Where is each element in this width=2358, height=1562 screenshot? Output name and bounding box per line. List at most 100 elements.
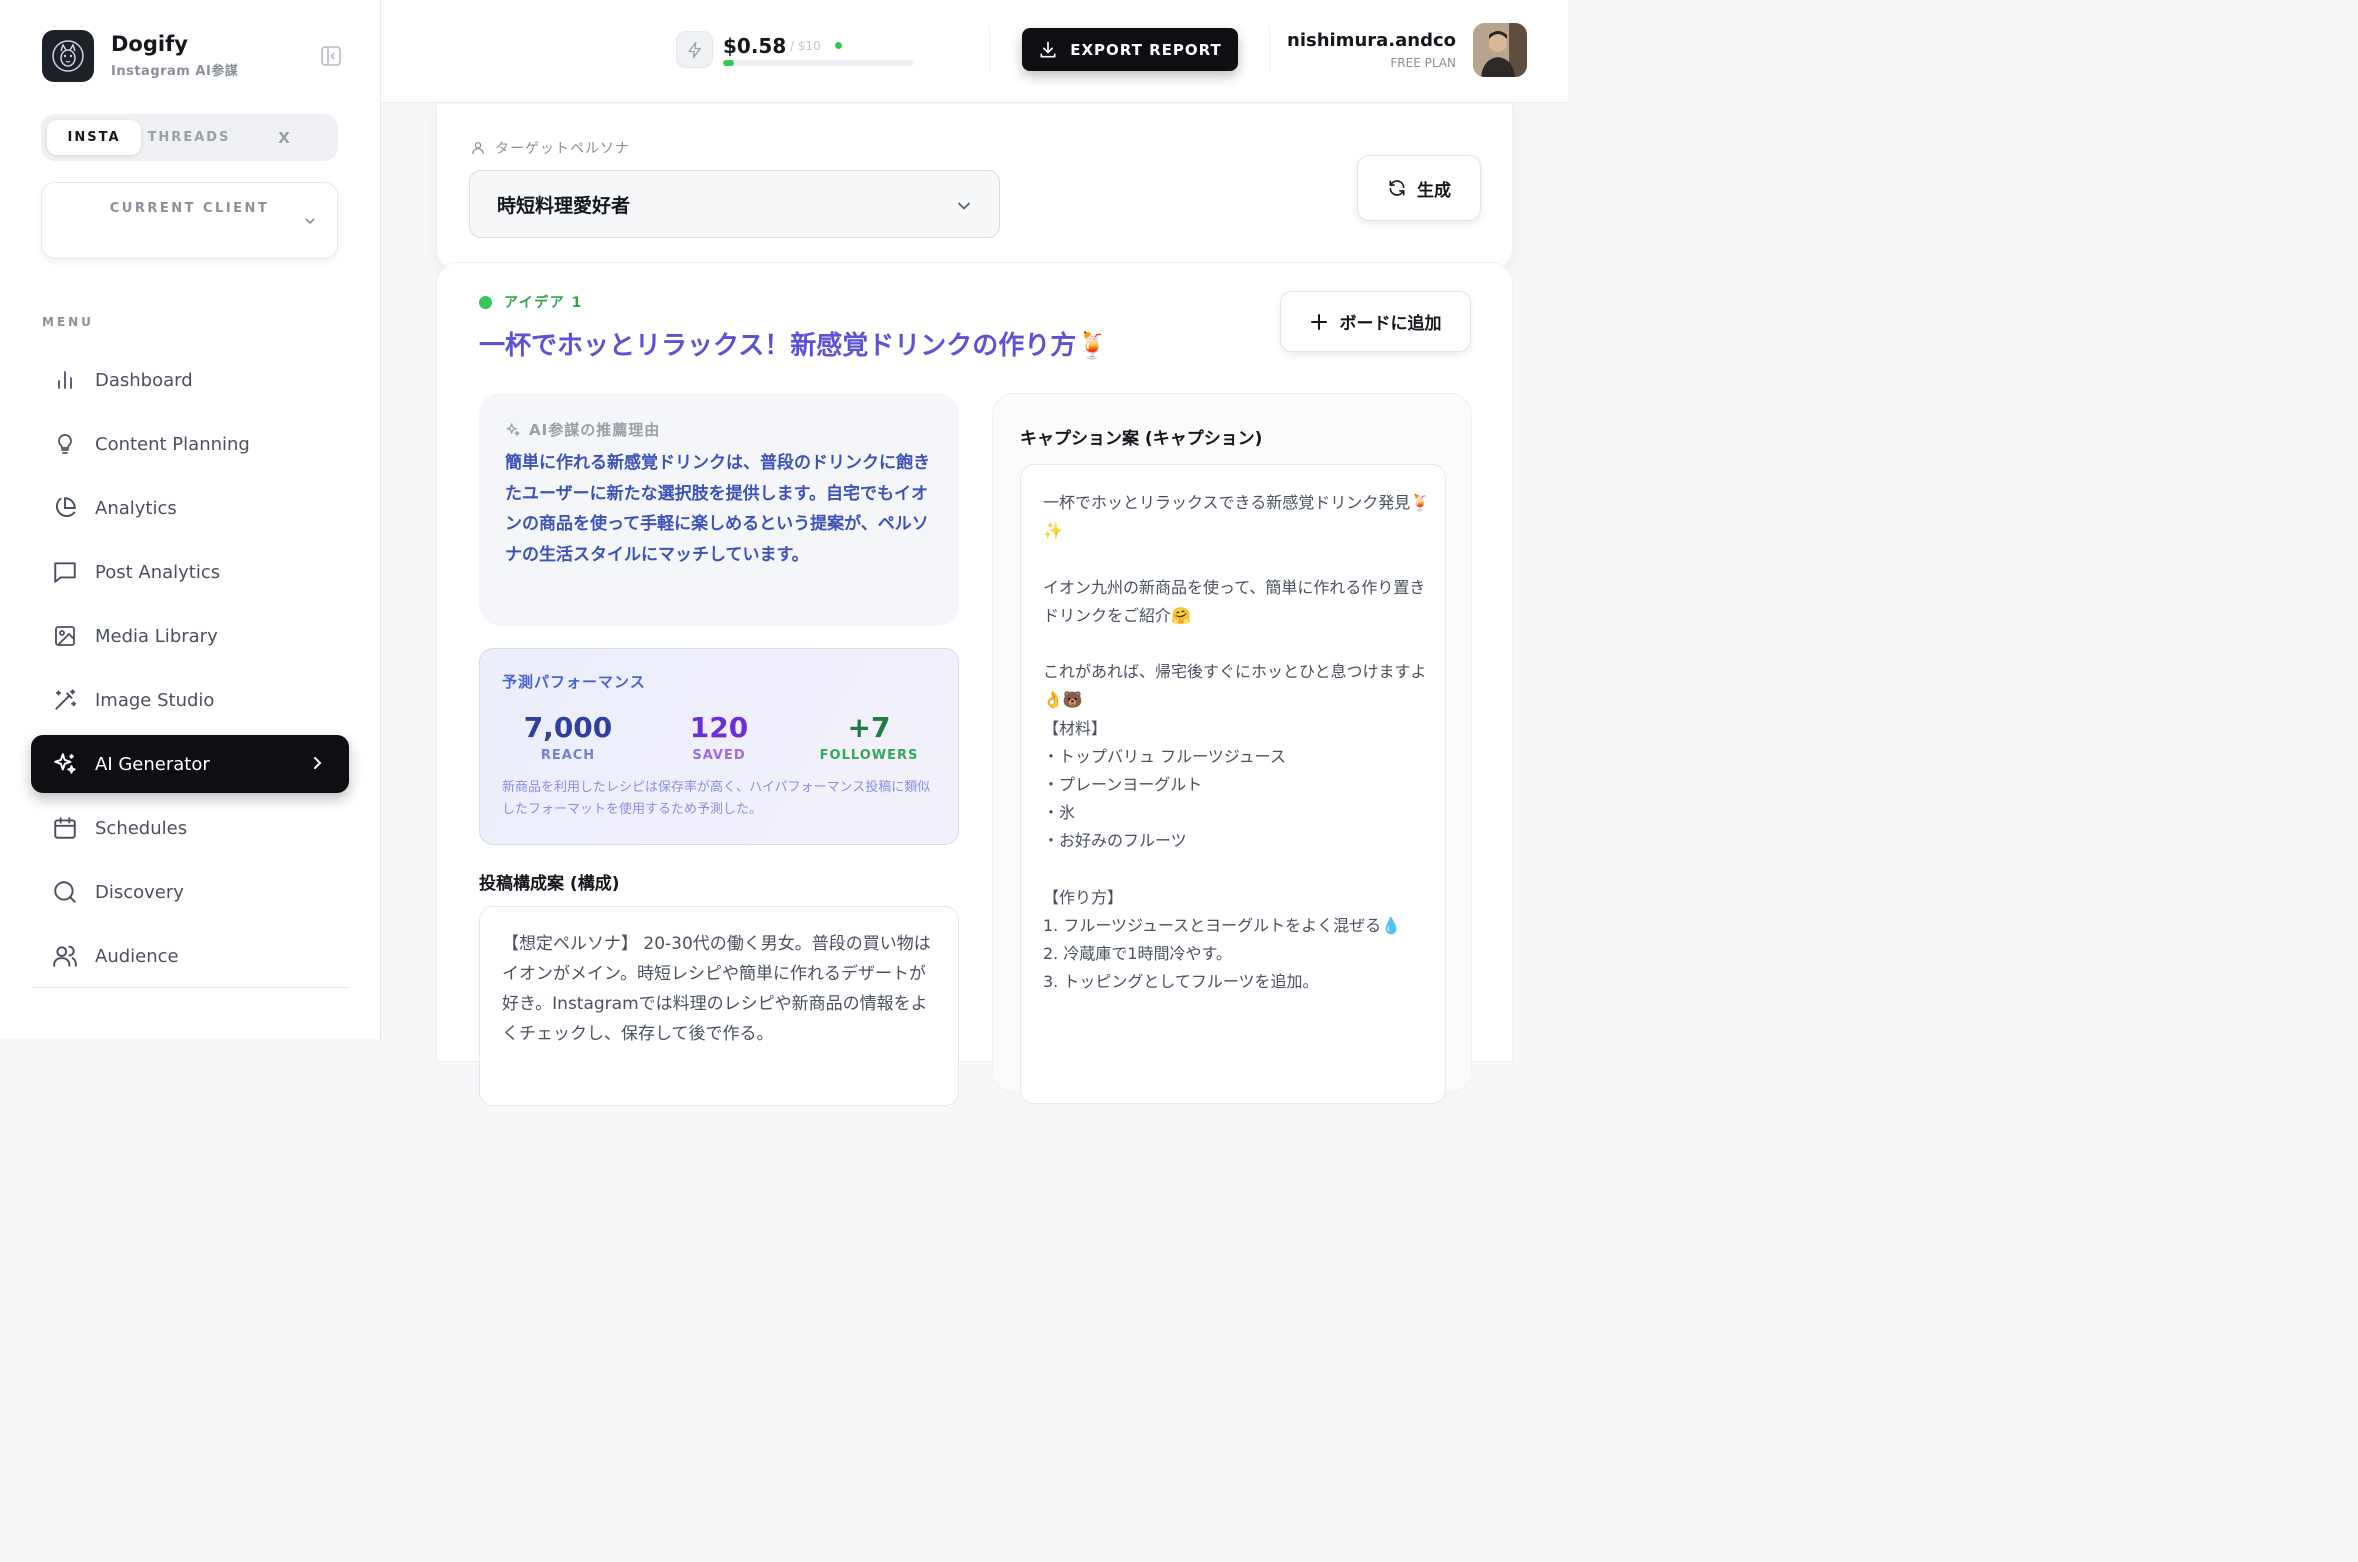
wand-icon <box>52 687 78 713</box>
cost-usage-fill <box>723 60 735 66</box>
status-dot <box>479 295 492 309</box>
nav-item-label: Media Library <box>95 625 218 647</box>
nav-item-label: Analytics <box>95 497 177 519</box>
nav-item-label: Image Studio <box>95 689 215 711</box>
current-client-label: CURRENT CLIENT <box>109 201 270 216</box>
performance-note: 新商品を利用したレシピは保存率が高く、ハイパフォーマンス投稿に類似したフォーマッ… <box>502 780 931 817</box>
idea-tag: アイデア 1 <box>479 292 583 312</box>
brand-subtitle: Instagram AI参謀 <box>111 64 239 80</box>
lightning-icon <box>676 31 713 68</box>
nav-item-post-analytics[interactable]: Post Analytics <box>31 543 349 601</box>
structure-box: 【想定ペルソナ】 20-30代の働く男女。普段の買い物はイオンがメイン。時短レシ… <box>479 906 959 1106</box>
persona-label-text: ターゲットペルソナ <box>495 141 630 157</box>
nav-item-schedules[interactable]: Schedules <box>31 799 349 857</box>
generate-button[interactable]: 生成 <box>1357 155 1481 221</box>
add-to-board-button[interactable]: ボードに追加 <box>1280 291 1471 352</box>
nav-item-discovery[interactable]: Discovery <box>31 863 349 921</box>
sidebar-collapse-icon[interactable] <box>319 44 343 68</box>
sparkles-icon <box>506 422 520 436</box>
caption-title: キャプション案 (キャプション) <box>1020 429 1263 449</box>
nav-item-content-planning[interactable]: Content Planning <box>31 415 349 473</box>
bar-chart-icon <box>52 367 78 393</box>
chevron-down-icon <box>303 213 317 232</box>
caption-panel: キャプション案 (キャプション) 一杯でホッとリラックスできる新感覚ドリンク発見… <box>992 393 1472 1104</box>
idea-card: アイデア 1 一杯でホッとリラックス！新感覚ドリンクの作り方🍹 ボードに追加 A… <box>436 262 1513 1106</box>
nav-item-media-library[interactable]: Media Library <box>31 607 349 665</box>
download-icon <box>1040 41 1056 57</box>
tab-threads[interactable]: THREADS <box>141 120 237 155</box>
avatar[interactable] <box>1473 23 1527 77</box>
lightbulb-icon <box>52 431 78 457</box>
search-icon <box>52 879 78 905</box>
brand-name: Dogify <box>111 31 188 56</box>
user-plan: FREE PLAN <box>1390 56 1456 70</box>
saved-label: SAVED <box>692 748 746 763</box>
idea-tag-label: アイデア 1 <box>504 295 583 311</box>
nav-item-audience[interactable]: Audience <box>31 927 349 985</box>
users-icon <box>52 943 78 969</box>
add-to-board-label: ボードに追加 <box>1339 314 1442 334</box>
header-divider <box>1269 26 1270 72</box>
followers-label: FOLLOWERS <box>819 748 919 763</box>
sidebar: Dogify Instagram AI参謀 INSTA THREADS X CU… <box>0 0 381 1039</box>
calendar-icon <box>52 815 78 841</box>
followers-stat: +7 FOLLOWERS <box>794 711 944 763</box>
cost-limit: / $10 <box>790 39 821 53</box>
brand[interactable]: Dogify Instagram AI参謀 <box>42 30 238 82</box>
persona-label: ターゲットペルソナ <box>470 138 630 158</box>
reach-stat: 7,000 REACH <box>493 711 643 763</box>
header-divider <box>989 26 990 72</box>
idea-title: 一杯でホッとリラックス！新感覚ドリンクの作り方🍹 <box>479 331 1109 361</box>
nav-item-label: Post Analytics <box>95 561 221 583</box>
predicted-performance-label: 予測パフォーマンス <box>502 673 646 691</box>
followers-value: +7 <box>847 711 891 744</box>
persona-selected-value: 時短料理愛好者 <box>497 194 631 217</box>
export-report-button[interactable]: EXPORT REPORT <box>1022 28 1238 71</box>
main-nav: Dashboard Content Planning Analytics Pos… <box>31 351 349 991</box>
platform-tabs: INSTA THREADS X <box>41 114 338 161</box>
nav-item-analytics[interactable]: Analytics <box>31 479 349 537</box>
nav-item-dashboard[interactable]: Dashboard <box>31 351 349 409</box>
chevron-right-icon <box>307 753 327 778</box>
caption-box: 一杯でホッとリラックスできる新感覚ドリンク発見🍹✨ イオン九州の新商品を使って、… <box>1020 464 1446 1104</box>
ai-reason-label: AI参謀の推薦理由 <box>505 419 660 440</box>
structure-text: 【想定ペルソナ】 20-30代の働く男女。普段の買い物はイオンがメイン。時短レシ… <box>502 934 931 1044</box>
menu-label: MENU <box>42 315 94 329</box>
chevron-down-icon <box>955 197 973 220</box>
ai-reason-box: AI参謀の推薦理由 簡単に作れる新感覚ドリンクは、普段のドリンクに飽きたユーザー… <box>479 393 959 626</box>
saved-stat: 120 SAVED <box>644 711 794 763</box>
persona-select[interactable]: 時短料理愛好者 <box>469 170 1000 238</box>
ai-reason-label-text: AI参謀の推薦理由 <box>529 421 661 439</box>
status-dot <box>835 42 842 49</box>
nav-item-label: Audience <box>95 945 179 967</box>
user-icon <box>472 142 484 155</box>
reach-label: REACH <box>540 748 596 763</box>
nav-item-label: Content Planning <box>95 433 250 455</box>
cost-value: $0.58 <box>723 34 787 58</box>
tab-insta[interactable]: INSTA <box>47 120 141 155</box>
predicted-performance-box: 予測パフォーマンス 7,000 REACH 120 SAVED +7 FOLLO… <box>479 648 959 845</box>
nav-item-label: Schedules <box>95 817 188 839</box>
structure-title: 投稿構成案 (構成) <box>479 874 620 894</box>
pie-chart-icon <box>52 495 78 521</box>
nav-divider <box>31 987 349 988</box>
caption-text: 一杯でホッとリラックスできる新感覚ドリンク発見🍹✨ イオン九州の新商品を使って、… <box>1043 493 1431 992</box>
current-client-select[interactable]: CURRENT CLIENT <box>41 182 338 259</box>
image-icon <box>52 623 78 649</box>
nav-item-label: Discovery <box>95 881 184 903</box>
nav-item-label: Dashboard <box>95 369 193 391</box>
user-name: nishimura.andco <box>1287 30 1456 51</box>
sparkles-icon <box>52 751 78 777</box>
saved-value: 120 <box>689 711 749 744</box>
reach-value: 7,000 <box>523 711 613 744</box>
refresh-icon <box>1389 180 1405 196</box>
dog-logo-icon <box>42 30 94 82</box>
nav-item-image-studio[interactable]: Image Studio <box>31 671 349 729</box>
nav-item-label: AI Generator <box>95 753 210 775</box>
plus-icon <box>1310 313 1327 330</box>
tab-x[interactable]: X <box>237 120 331 155</box>
persona-panel: ターゲットペルソナ 時短料理愛好者 生成 <box>436 104 1513 271</box>
ai-reason-text: 簡単に作れる新感覚ドリンクは、普段のドリンクに飽きたユーザーに新たな選択肢を提供… <box>505 453 930 565</box>
nav-item-ai-generator[interactable]: AI Generator <box>31 735 349 793</box>
cost-usage-bar <box>723 60 914 66</box>
